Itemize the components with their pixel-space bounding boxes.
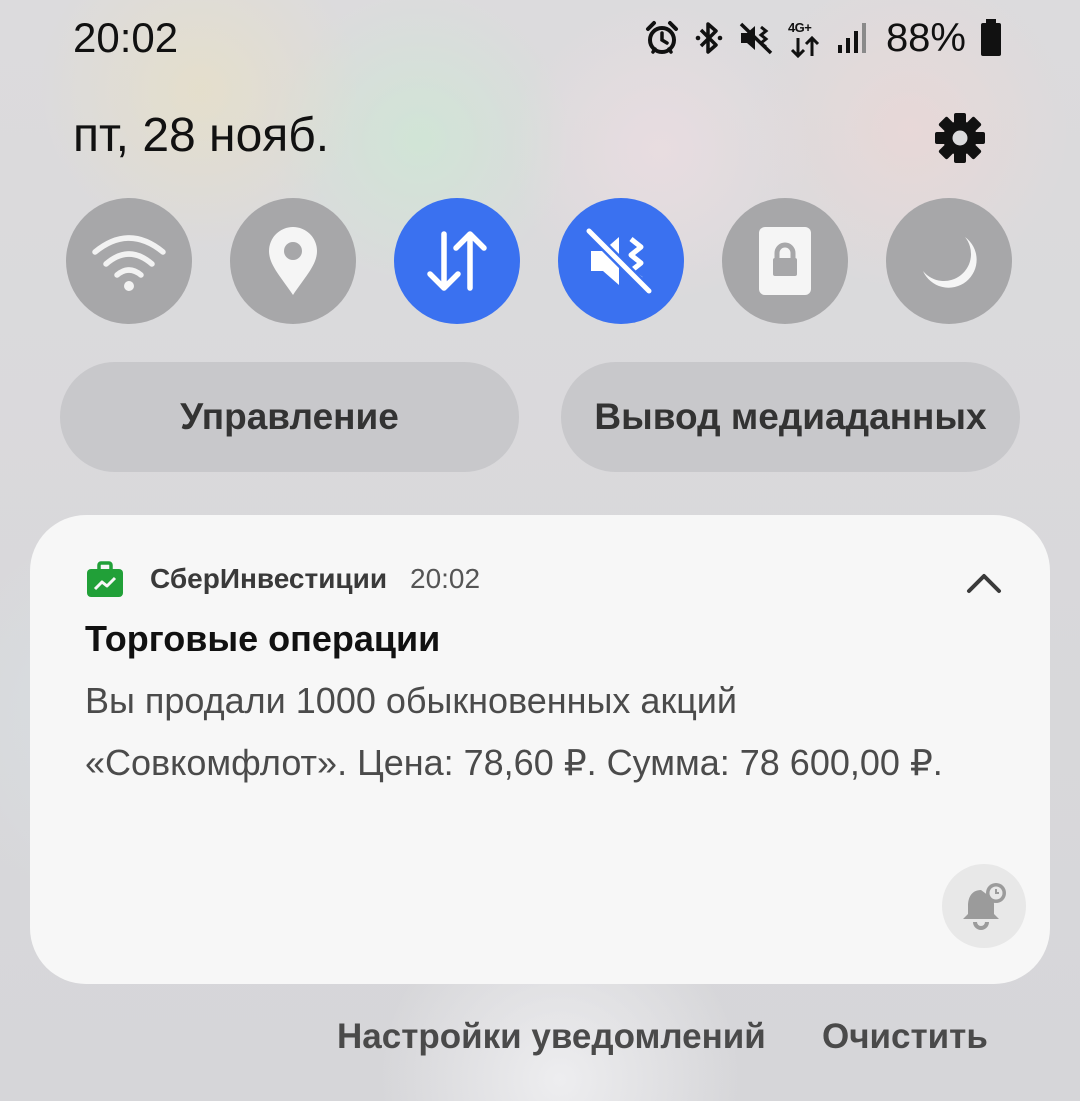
data-arrows-icon <box>790 36 819 58</box>
wifi-tile[interactable] <box>66 198 192 324</box>
lock-icon <box>759 227 811 295</box>
status-bar: 20:02 4G+ 88% <box>0 0 1080 80</box>
notification-title: Торговые операции <box>85 618 441 659</box>
network-type-indicator: 4G+ <box>788 18 822 58</box>
status-time: 20:02 <box>73 14 179 61</box>
alarm-icon <box>645 21 678 54</box>
network-type-label: 4G+ <box>787 20 812 35</box>
location-pin-icon <box>269 227 317 295</box>
wifi-icon <box>92 235 166 291</box>
device-control-button[interactable]: Управление <box>60 362 519 472</box>
snooze-bell-icon <box>963 883 1006 930</box>
settings-button[interactable] <box>932 110 988 166</box>
sound-mode-tile[interactable] <box>558 198 684 324</box>
notification-settings-button[interactable]: Настройки уведомлений <box>337 1017 766 1057</box>
notification-time: 20:02 <box>410 563 481 594</box>
collapse-button[interactable] <box>962 563 1006 599</box>
notification-body-line: Вы продали 1000 обыкновенных акций <box>85 680 738 721</box>
media-output-button[interactable]: Вывод медиаданных <box>561 362 1020 472</box>
notification-card[interactable]: СберИнвестиции 20:02 Торговые операции В… <box>30 515 1050 984</box>
notification-body: Вы продали 1000 обыкновенных акций «Совк… <box>85 670 1025 794</box>
status-icons: 4G+ 88% <box>644 14 1002 62</box>
notification-body-line: «Совкомфлот». Цена: 78,60 ₽. Сумма: 78 6… <box>85 742 943 783</box>
data-transfer-icon <box>427 231 487 291</box>
chevron-up-icon <box>967 574 1001 593</box>
vibrate-mute-icon <box>585 227 653 295</box>
app-name: СберИнвестиции <box>150 563 388 594</box>
mobile-data-tile[interactable] <box>394 198 520 324</box>
vibrate-mute-icon <box>739 22 773 55</box>
bluetooth-icon <box>695 22 723 54</box>
moon-icon <box>923 237 977 288</box>
screen-lock-tile[interactable] <box>722 198 848 324</box>
location-tile[interactable] <box>230 198 356 324</box>
date-label: пт, 28 нояб. <box>73 109 330 162</box>
briefcase-app-icon <box>87 561 123 597</box>
snooze-button[interactable] <box>942 864 1026 948</box>
battery-icon <box>981 19 1001 56</box>
clear-button[interactable]: Очистить <box>822 1017 988 1057</box>
dark-mode-tile[interactable] <box>886 198 1012 324</box>
battery-percent: 88% <box>885 15 966 60</box>
signal-icon <box>837 23 866 53</box>
quick-settings-tiles <box>66 198 1012 324</box>
gear-icon <box>935 113 985 163</box>
